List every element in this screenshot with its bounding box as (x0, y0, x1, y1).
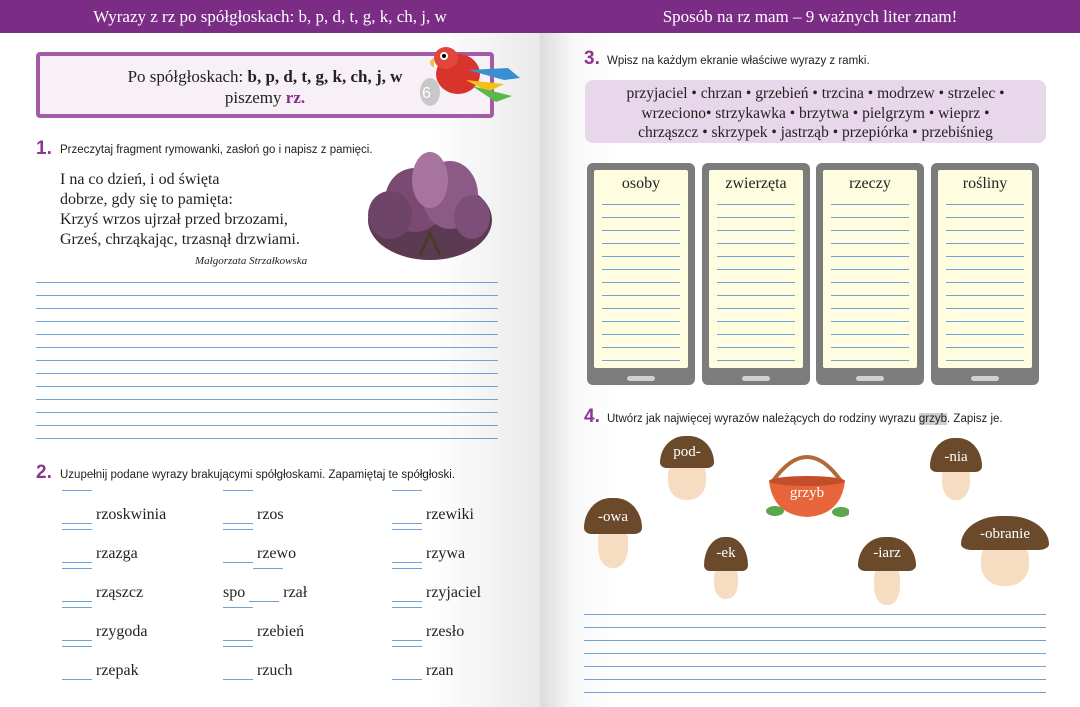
task1-number: 1. (36, 138, 52, 159)
right-page-header: Sposób na rz mam – 9 ważnych liter znam! (540, 0, 1080, 33)
screen-osoby[interactable]: osoby (587, 163, 695, 385)
writing-line[interactable] (36, 282, 498, 283)
word-item[interactable]: rzepak (62, 646, 139, 702)
word-item[interactable]: rzewo (223, 529, 296, 585)
screen-label: osoby (621, 175, 661, 192)
writing-line[interactable] (584, 640, 1046, 641)
word-item[interactable]: spo rzał (223, 568, 307, 624)
writing-line[interactable] (584, 614, 1046, 615)
poem-line-2: dobrze, gdy się to pamięta: (60, 191, 233, 208)
word-item[interactable]: rzuch (223, 646, 293, 702)
screen-rzeczy[interactable]: rzeczy (816, 163, 924, 385)
basket-icon: grzyb (765, 445, 850, 520)
mushroom-iarz[interactable]: -iarz (858, 537, 916, 607)
poem-author: Małgorzata Strzałkowska (195, 255, 308, 267)
word-bank-line-1: przyjaciel • chrzan • grzebień • trzcina… (626, 85, 1005, 102)
word-item[interactable]: rzoskwinia (62, 490, 166, 546)
screen-label: rośliny (962, 175, 1008, 192)
writing-line[interactable] (584, 679, 1046, 680)
task1-instruction: Przeczytaj fragment rymowanki, zasłoń go… (60, 144, 373, 156)
screen-label: zwierzęta (725, 175, 787, 192)
screen-rosliny[interactable]: rośliny (931, 163, 1039, 385)
highlighted-word: grzyb (918, 413, 948, 425)
left-page: Wyrazy z rz po spółgłoskach: b, p, d, t,… (0, 0, 540, 707)
word-item[interactable]: rzywa (392, 529, 465, 585)
mushroom-nia[interactable]: -nia (930, 438, 982, 502)
rule-letters: b, p, d, t, g, k, ch, j, w (247, 67, 403, 86)
mushroom-obranie[interactable]: -obranie (961, 516, 1049, 588)
mushroom-owa[interactable]: -owa (584, 498, 642, 570)
word-item[interactable]: rzyjaciel (392, 568, 481, 624)
rule-line2: piszemy (224, 88, 282, 107)
task2-number: 2. (36, 462, 52, 483)
writing-line[interactable] (36, 425, 498, 426)
writing-line[interactable] (36, 373, 498, 374)
task3-instruction: Wpisz na każdym ekranie właściwe wyrazy … (607, 55, 870, 67)
mushroom-pod[interactable]: pod- (660, 436, 714, 502)
task4-instruction: Utwórz jak najwięcej wyrazów należących … (607, 413, 1003, 425)
home-button (742, 376, 770, 381)
writing-line[interactable] (36, 386, 498, 387)
writing-line[interactable] (36, 438, 498, 439)
home-button (627, 376, 655, 381)
word-bank-line-2: wrzeciono• strzykawka • brzytwa • pielgr… (641, 104, 990, 122)
writing-line[interactable] (36, 360, 498, 361)
writing-line[interactable] (36, 347, 498, 348)
basket-label: grzyb (789, 485, 825, 501)
word-item[interactable]: rzesło (392, 607, 464, 663)
writing-line[interactable] (584, 653, 1046, 654)
writing-line[interactable] (36, 334, 498, 335)
writing-line[interactable] (584, 666, 1046, 667)
writing-line[interactable] (36, 321, 498, 322)
screen-label: rzeczy (849, 175, 891, 192)
word-item[interactable]: rzazga (62, 529, 138, 585)
word-item[interactable]: rząszcz (62, 568, 143, 624)
svg-text:6: 6 (422, 85, 431, 102)
word-bank-line-3: chrząszcz • skrzypek • jastrząb • przepi… (638, 124, 993, 141)
writing-line[interactable] (36, 295, 498, 296)
poem: I na co dzień, i od święta dobrze, gdy s… (60, 170, 300, 250)
word-item[interactable]: rzan (392, 646, 454, 702)
task3-number: 3. (584, 48, 600, 69)
word-bank-box: przyjaciel • chrzan • grzebień • trzcina… (585, 80, 1046, 143)
task2-instruction: Uzupełnij podane wyrazy brakującymi spół… (60, 469, 456, 481)
rule-highlight: rz. (285, 88, 306, 107)
writing-line[interactable] (584, 692, 1046, 693)
writing-line[interactable] (36, 308, 498, 309)
left-page-header: Wyrazy z rz po spółgłoskach: b, p, d, t,… (0, 0, 540, 33)
basket-graphic (766, 455, 850, 517)
home-button (971, 376, 999, 381)
home-button (856, 376, 884, 381)
screen-zwierzeta[interactable]: zwierzęta (702, 163, 810, 385)
mushroom-ek[interactable]: -ek (704, 537, 748, 601)
heather-image (368, 152, 492, 260)
writing-line[interactable] (36, 412, 498, 413)
writing-line[interactable] (36, 399, 498, 400)
word-item[interactable]: rzygoda (62, 607, 148, 663)
word-item[interactable]: rzos (223, 490, 284, 546)
word-item[interactable]: rzewiki (392, 490, 474, 546)
poem-line-4: Grześ, chrząkając, trzasnął drzwiami. (60, 231, 300, 248)
task4-number: 4. (584, 406, 600, 427)
poem-line-1: I na co dzień, i od święta (60, 171, 220, 188)
writing-line[interactable] (584, 627, 1046, 628)
parrot-icon: 6 (420, 47, 520, 106)
rule-prefix: Po spółgłoskach: (127, 67, 244, 86)
poem-line-3: Krzyś wrzos ujrzał przed brzozami, (60, 211, 288, 228)
word-item[interactable]: rzebień (223, 607, 304, 663)
